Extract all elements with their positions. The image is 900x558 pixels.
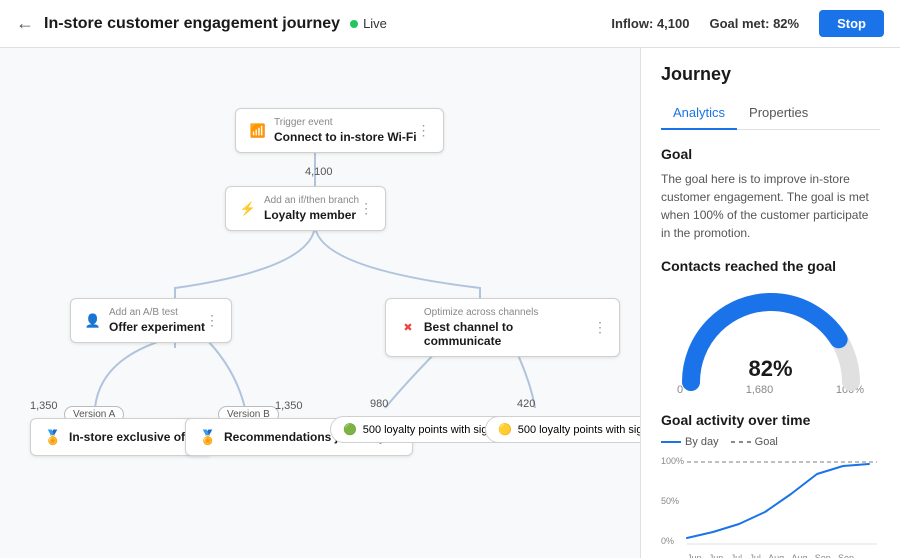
- journey-diagram: 📶 Trigger event Connect to in-store Wi-F…: [20, 68, 620, 538]
- ab-node-content: Add an A/B test Offer experiment: [109, 307, 205, 334]
- ab-node-title: Offer experiment: [109, 320, 205, 334]
- channel-left-count: 980: [370, 398, 388, 410]
- coin-icon-1: 🏅: [43, 427, 63, 447]
- channel-node: ✖ Optimize across channels Best channel …: [385, 298, 620, 357]
- x-label-2: Jun30: [709, 553, 724, 558]
- sidebar-content: Goal The goal here is to improve in-stor…: [641, 130, 900, 558]
- x-label-5: Aug15: [768, 553, 784, 558]
- inflow-label: Inflow:: [611, 16, 653, 31]
- x-label-3: Jul15: [731, 553, 743, 558]
- trigger-node-menu[interactable]: ⋮: [417, 122, 431, 139]
- branch-node-left: ⚡ Add an if/then branch Loyalty member: [238, 195, 359, 222]
- loyalty-icon-2: 🟡: [498, 423, 512, 436]
- chart-legend: By day Goal: [661, 436, 880, 448]
- live-indicator: [350, 20, 358, 28]
- trigger-node-left: 📶 Trigger event Connect to in-store Wi-F…: [248, 117, 417, 144]
- goal-activity-title: Goal activity over time: [661, 412, 880, 428]
- trigger-node-label: Trigger event: [274, 117, 417, 128]
- legend-by-day-label: By day: [685, 436, 719, 448]
- sidebar: Journey Analytics Properties Goal The go…: [640, 48, 900, 558]
- channel-node-menu[interactable]: ⋮: [593, 319, 607, 336]
- trigger-node-content: Trigger event Connect to in-store Wi-Fi: [274, 117, 417, 144]
- ab-node: 👤 Add an A/B test Offer experiment ⋮: [70, 298, 232, 343]
- ab-icon: 👤: [83, 311, 103, 331]
- channel-node-label: Optimize across channels: [424, 307, 593, 318]
- journey-canvas: 📶 Trigger event Connect to in-store Wi-F…: [0, 48, 640, 558]
- branch-node-header: ⚡ Add an if/then branch Loyalty member ⋮: [238, 195, 373, 222]
- ab-left-count: 1,350: [30, 400, 58, 412]
- line-chart: 100% 50% 0% Jun15 Jun30 Jul15 Jul30 A: [661, 456, 880, 558]
- trigger-node-title: Connect to in-store Wi-Fi: [274, 130, 417, 144]
- stop-button[interactable]: Stop: [819, 10, 884, 37]
- sidebar-header: Journey: [641, 48, 900, 97]
- goal-value: 82%: [773, 16, 799, 31]
- back-button[interactable]: ←: [16, 13, 34, 34]
- legend-dashed-line: [731, 441, 751, 443]
- legend-goal: Goal: [731, 436, 778, 448]
- page-title: In-store customer engagement journey: [44, 15, 340, 33]
- ab-node-label: Add an A/B test: [109, 307, 205, 318]
- trigger-node: 📶 Trigger event Connect to in-store Wi-F…: [235, 108, 444, 153]
- branch-node-menu[interactable]: ⋮: [359, 200, 373, 217]
- x-label-6: Aug30: [791, 553, 807, 558]
- x-label-8: Sep30: [838, 553, 854, 558]
- svg-text:100%: 100%: [661, 456, 684, 466]
- contacts-title: Contacts reached the goal: [661, 258, 880, 274]
- loyalty2-title: 500 loyalty points with sign-up: [518, 424, 640, 436]
- x-label-7: Sep15: [815, 553, 831, 558]
- legend-solid-line: [661, 441, 681, 443]
- x-label-1: Jun15: [687, 553, 702, 558]
- channel-right-count: 420: [517, 398, 535, 410]
- sidebar-title: Journey: [661, 64, 880, 85]
- tab-properties[interactable]: Properties: [737, 97, 820, 130]
- branch-icon: ⚡: [238, 199, 258, 219]
- trigger-node-header: 📶 Trigger event Connect to in-store Wi-F…: [248, 117, 431, 144]
- channel-node-left: ✖ Optimize across channels Best channel …: [398, 307, 593, 348]
- loyalty-icon-1: 🟢: [343, 423, 357, 436]
- trigger-count: 4,100: [305, 166, 333, 178]
- wifi-icon: 📶: [248, 121, 268, 141]
- legend-by-day: By day: [661, 436, 719, 448]
- channel-icon: ✖: [398, 318, 418, 338]
- branch-node: ⚡ Add an if/then branch Loyalty member ⋮: [225, 186, 386, 231]
- branch-node-content: Add an if/then branch Loyalty member: [264, 195, 359, 222]
- header: ← In-store customer engagement journey L…: [0, 0, 900, 48]
- live-badge: Live: [350, 16, 387, 31]
- inflow-value: 4,100: [657, 16, 690, 31]
- legend-goal-label: Goal: [755, 436, 778, 448]
- gauge-percent-label: 82%: [748, 356, 792, 382]
- goal-label: Goal met:: [709, 16, 769, 31]
- svg-text:50%: 50%: [661, 496, 679, 506]
- branch-node-label: Add an if/then branch: [264, 195, 359, 206]
- x-label-4: Jul30: [749, 553, 761, 558]
- ab-node-menu[interactable]: ⋮: [205, 312, 219, 329]
- header-right: Inflow: 4,100 Goal met: 82% Stop: [611, 10, 884, 37]
- main-layout: 📶 Trigger event Connect to in-store Wi-F…: [0, 48, 900, 558]
- line-chart-svg: 100% 50% 0%: [661, 456, 879, 546]
- ab-right-count: 1,350: [275, 400, 303, 412]
- ab-node-header: 👤 Add an A/B test Offer experiment ⋮: [83, 307, 219, 334]
- sidebar-tabs: Analytics Properties: [661, 97, 880, 130]
- offer1-header: 🏅 In-store exclusive offer: [43, 427, 200, 447]
- goal-text: The goal here is to improve in-store cus…: [661, 170, 880, 242]
- offer1-title: In-store exclusive offer: [69, 430, 200, 444]
- channel-node-content: Optimize across channels Best channel to…: [424, 307, 593, 348]
- channel-node-title: Best channel to communicate: [424, 320, 593, 348]
- coin-icon-2: 🏅: [198, 427, 218, 447]
- ab-node-left: 👤 Add an A/B test Offer experiment: [83, 307, 205, 334]
- loyalty2-node: 🟡 500 loyalty points with sign-up: [485, 416, 640, 443]
- inflow-stat: Inflow: 4,100: [611, 16, 689, 31]
- branch-node-title: Loyalty member: [264, 208, 359, 222]
- header-left: ← In-store customer engagement journey L…: [16, 13, 599, 34]
- tab-analytics[interactable]: Analytics: [661, 97, 737, 130]
- svg-text:0%: 0%: [661, 536, 674, 546]
- goal-section-title: Goal: [661, 146, 880, 162]
- live-status-text: Live: [363, 16, 387, 31]
- channel-node-header: ✖ Optimize across channels Best channel …: [398, 307, 607, 348]
- gauge-chart: 82% 0 1,680 100%: [661, 282, 880, 396]
- goal-stat: Goal met: 82%: [709, 16, 799, 31]
